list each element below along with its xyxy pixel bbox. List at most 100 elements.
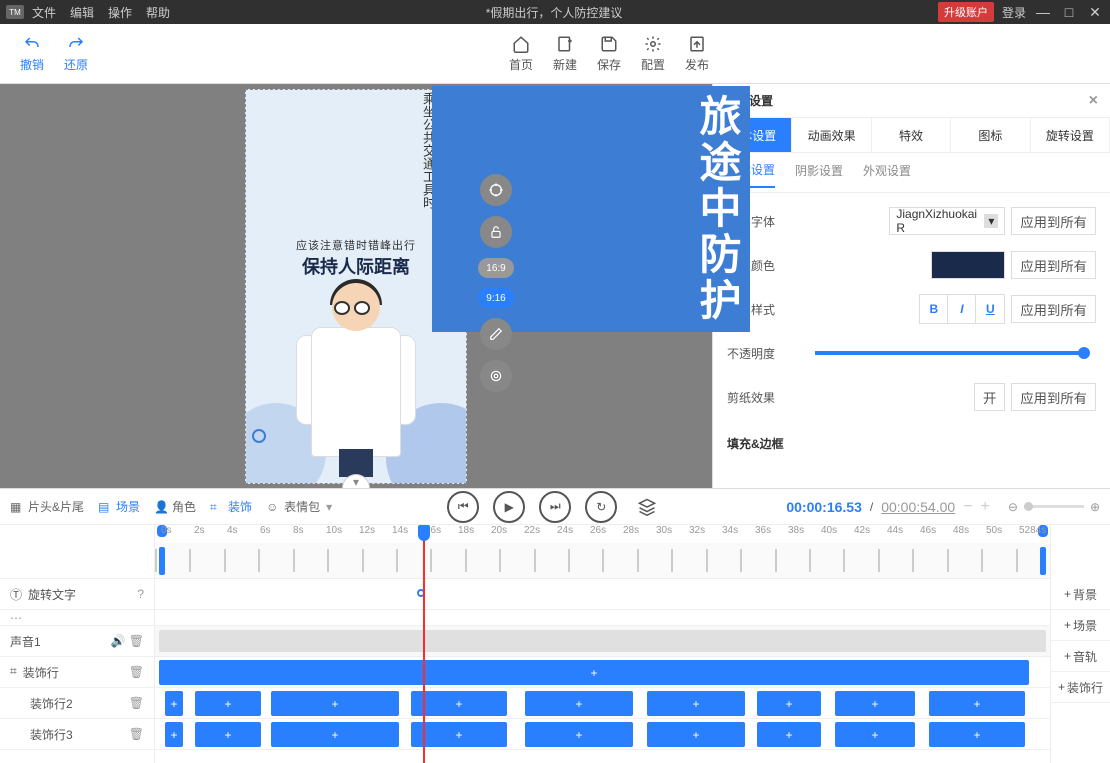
next-button[interactable]: ⏭ bbox=[539, 491, 571, 523]
underline-button[interactable]: U bbox=[976, 295, 1004, 323]
clip[interactable]: + bbox=[195, 691, 261, 716]
rail-ratio-9-16[interactable]: 9:16 bbox=[478, 288, 514, 308]
plus-icon[interactable]: + bbox=[973, 728, 980, 742]
clip[interactable]: + bbox=[271, 722, 399, 747]
tl-tab-role[interactable]: 👤角色 bbox=[154, 498, 196, 515]
clip[interactable]: + bbox=[757, 722, 821, 747]
playhead[interactable] bbox=[423, 525, 425, 763]
publish-button[interactable]: 发布 bbox=[685, 35, 709, 73]
tl-tab-headtail[interactable]: ▦片头&片尾 bbox=[10, 498, 84, 515]
play-button[interactable]: ▶ bbox=[493, 491, 525, 523]
tab-effect[interactable]: 特效 bbox=[872, 118, 951, 152]
config-button[interactable]: 配置 bbox=[641, 35, 665, 73]
plus-icon[interactable]: + bbox=[224, 697, 231, 711]
clip[interactable]: + bbox=[165, 722, 183, 747]
clip[interactable]: + bbox=[929, 691, 1025, 716]
plus-icon[interactable]: + bbox=[785, 728, 792, 742]
apply-font-button[interactable]: 应用到所有 bbox=[1011, 207, 1096, 235]
deco-track-1[interactable]: + bbox=[155, 657, 1050, 688]
clip[interactable]: + bbox=[647, 691, 745, 716]
menu-help[interactable]: 帮助 bbox=[146, 4, 170, 21]
clip[interactable]: + bbox=[835, 722, 915, 747]
save-button[interactable]: 保存 bbox=[597, 35, 621, 73]
upgrade-button[interactable]: 升级账户 bbox=[938, 2, 994, 22]
clip[interactable]: + bbox=[525, 691, 633, 716]
track-deco-3[interactable]: 装饰行3 🗑 bbox=[0, 719, 154, 750]
doctor-illustration[interactable] bbox=[296, 277, 416, 477]
keyframe-track[interactable] bbox=[155, 579, 1050, 610]
plus-icon[interactable]: + bbox=[871, 697, 878, 711]
total-time[interactable]: 00:00:54.00 bbox=[881, 499, 955, 515]
deco-track-2[interactable]: +++++++++ bbox=[155, 688, 1050, 719]
plus-icon[interactable]: + bbox=[590, 666, 597, 680]
minimize-button[interactable]: — bbox=[1034, 4, 1052, 20]
plus-icon[interactable]: + bbox=[692, 697, 699, 711]
delete-icon[interactable]: 🗑 bbox=[129, 727, 144, 741]
zoom-slider[interactable] bbox=[1024, 505, 1084, 508]
track-deco-2[interactable]: 装饰行2 🗑 bbox=[0, 688, 154, 719]
plus-icon[interactable]: + bbox=[785, 697, 792, 711]
plus-icon[interactable]: + bbox=[170, 728, 177, 742]
redo-button[interactable]: 还原 bbox=[64, 35, 88, 73]
subtab-appearance[interactable]: 外观设置 bbox=[863, 162, 911, 187]
maximize-button[interactable]: □ bbox=[1060, 4, 1078, 20]
add-deco-button[interactable]: +装饰行 bbox=[1051, 672, 1110, 703]
color-swatch[interactable] bbox=[931, 251, 1005, 279]
layers-button[interactable] bbox=[631, 491, 663, 523]
tracks-area[interactable]: 0s2s4s6s8s10s12s14s16s18s20s22s24s26s28s… bbox=[155, 525, 1050, 763]
spine-end[interactable] bbox=[1040, 547, 1046, 575]
clip[interactable]: + bbox=[159, 660, 1029, 685]
tl-tab-scene[interactable]: ▤场景 bbox=[98, 498, 140, 515]
papercut-toggle[interactable]: 开 bbox=[974, 383, 1005, 411]
plus-icon[interactable]: + bbox=[871, 728, 878, 742]
clip[interactable]: + bbox=[835, 691, 915, 716]
zoom-in-button[interactable]: ⊕ bbox=[1090, 500, 1100, 514]
track-rotate-text[interactable]: Ⓣ旋转文字 ? bbox=[0, 579, 154, 610]
font-select[interactable]: JiagnXizhuokai R▾ bbox=[889, 207, 1005, 235]
plus-icon[interactable]: + bbox=[692, 728, 699, 742]
menu-action[interactable]: 操作 bbox=[108, 4, 132, 21]
clip[interactable]: + bbox=[411, 722, 507, 747]
tl-tab-decoration[interactable]: ⌗装饰 bbox=[210, 498, 252, 515]
rail-lock-button[interactable] bbox=[480, 216, 512, 248]
rail-edit-button[interactable] bbox=[480, 318, 512, 350]
plus-icon[interactable]: + bbox=[224, 728, 231, 742]
volume-icon[interactable]: 🔊 bbox=[110, 634, 125, 648]
apply-papercut-button[interactable]: 应用到所有 bbox=[1011, 383, 1096, 411]
track-deco-1[interactable]: ⌗装饰行 🗑 bbox=[0, 657, 154, 688]
clip[interactable]: + bbox=[929, 722, 1025, 747]
delete-icon[interactable]: 🗑 bbox=[129, 634, 144, 648]
time-ruler[interactable]: 0s2s4s6s8s10s12s14s16s18s20s22s24s26s28s… bbox=[155, 525, 1050, 543]
clip[interactable]: + bbox=[195, 722, 261, 747]
subtab-shadow[interactable]: 阴影设置 bbox=[795, 162, 843, 187]
italic-button[interactable]: I bbox=[948, 295, 976, 323]
plus-icon[interactable]: + bbox=[170, 697, 177, 711]
scene-spine[interactable] bbox=[155, 543, 1050, 579]
loop-button[interactable]: ↻ bbox=[585, 491, 617, 523]
tab-icon[interactable]: 图标 bbox=[951, 118, 1030, 152]
add-scene-button[interactable]: +场景 bbox=[1051, 610, 1110, 641]
clip[interactable]: + bbox=[411, 691, 507, 716]
delete-icon[interactable]: 🗑 bbox=[129, 665, 144, 679]
help-icon[interactable]: ? bbox=[137, 587, 144, 601]
opacity-slider[interactable] bbox=[815, 351, 1084, 355]
plus-icon[interactable]: + bbox=[575, 728, 582, 742]
plus-icon[interactable]: + bbox=[973, 697, 980, 711]
apply-style-button[interactable]: 应用到所有 bbox=[1011, 295, 1096, 323]
time-plus[interactable]: + bbox=[981, 498, 990, 516]
undo-button[interactable]: 撤销 bbox=[20, 35, 44, 73]
tl-tab-emoji[interactable]: ☺表情包▾ bbox=[266, 498, 332, 515]
close-button[interactable]: ✕ bbox=[1086, 4, 1104, 21]
plus-icon[interactable]: + bbox=[455, 697, 462, 711]
prev-button[interactable]: ⏮ bbox=[447, 491, 479, 523]
time-minus[interactable]: − bbox=[963, 498, 972, 516]
plus-icon[interactable]: + bbox=[575, 697, 582, 711]
zoom-out-button[interactable]: ⊖ bbox=[1008, 500, 1018, 514]
deco-track-3[interactable]: + + + + + + + + + bbox=[155, 719, 1050, 750]
plus-icon[interactable]: + bbox=[455, 728, 462, 742]
login-link[interactable]: 登录 bbox=[1002, 4, 1026, 21]
tab-rotate[interactable]: 旋转设置 bbox=[1031, 118, 1110, 152]
track-sound[interactable]: 声音1 🔊 🗑 bbox=[0, 626, 154, 657]
new-button[interactable]: 新建 bbox=[553, 35, 577, 73]
apply-color-button[interactable]: 应用到所有 bbox=[1011, 251, 1096, 279]
